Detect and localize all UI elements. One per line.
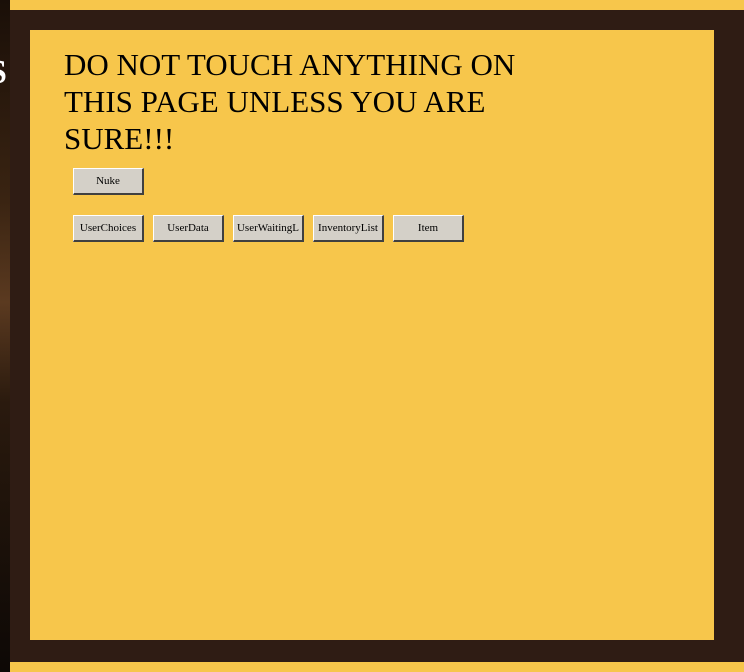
- admin-panel: DO NOT TOUCH ANYTHING ON THIS PAGE UNLES…: [30, 30, 714, 640]
- background-logo-fragment: S: [0, 54, 7, 92]
- warning-heading: DO NOT TOUCH ANYTHING ON THIS PAGE UNLES…: [64, 47, 516, 156]
- inventory-list-button[interactable]: InventoryList: [313, 215, 384, 242]
- user-waiting-list-button[interactable]: UserWaitingL: [233, 215, 304, 242]
- user-data-button[interactable]: UserData: [153, 215, 224, 242]
- nuke-button[interactable]: Nuke: [73, 168, 144, 195]
- user-choices-button[interactable]: UserChoices: [73, 215, 144, 242]
- background-image-strip: S: [0, 0, 10, 672]
- item-button[interactable]: Item: [393, 215, 464, 242]
- admin-frame: DO NOT TOUCH ANYTHING ON THIS PAGE UNLES…: [10, 10, 744, 662]
